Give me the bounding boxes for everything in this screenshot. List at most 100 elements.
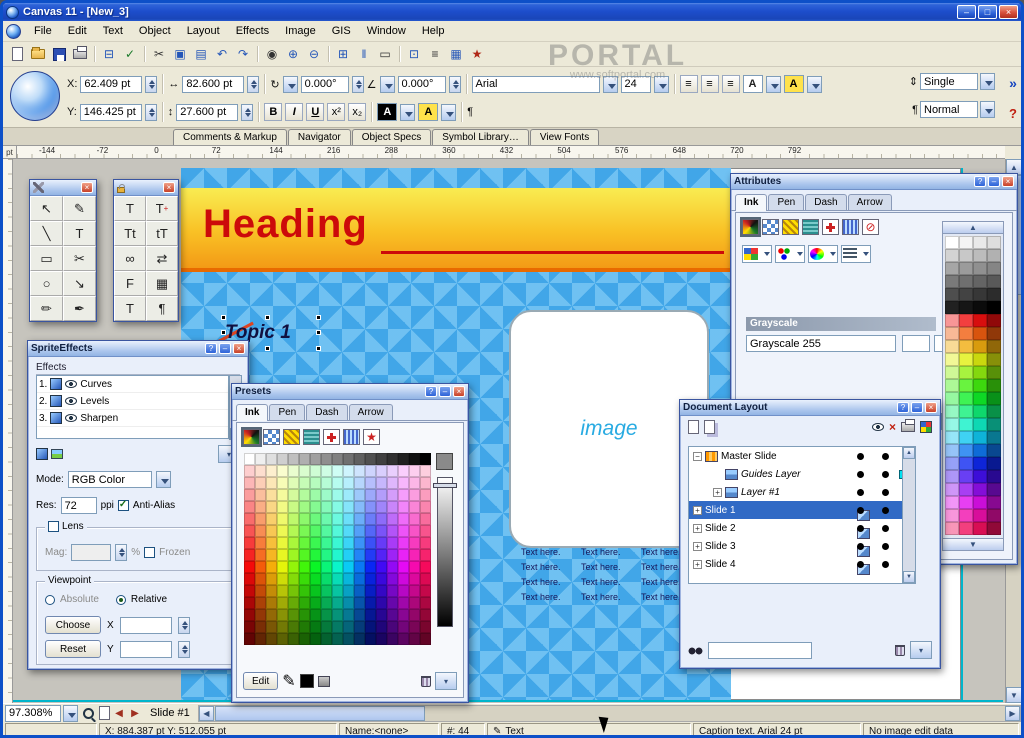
tree-row[interactable]: + Slide 3 [689, 537, 915, 557]
color-swatch[interactable] [365, 525, 376, 537]
color-swatch[interactable] [266, 513, 277, 525]
color-swatch[interactable] [321, 525, 332, 537]
color-swatch[interactable] [343, 477, 354, 489]
save-icon[interactable] [49, 44, 69, 64]
form-tool[interactable]: F [114, 271, 146, 296]
grid-icon[interactable]: ⊞ [333, 44, 353, 64]
color-swatch[interactable] [973, 314, 987, 327]
color-swatch[interactable] [987, 249, 1001, 262]
scroll-down-icon[interactable]: ▼ [943, 538, 1003, 550]
align-left-button[interactable]: ≡ [679, 75, 698, 93]
color-swatch[interactable] [365, 453, 376, 465]
color-swatch[interactable] [310, 453, 321, 465]
layout-options-dropdown[interactable]: ▾ [910, 641, 932, 659]
color-swatch[interactable] [321, 465, 332, 477]
none-ink-swatch[interactable]: ⊘ [862, 219, 879, 235]
color-swatch[interactable] [310, 561, 321, 573]
visible-dot[interactable] [857, 489, 864, 496]
menu-item[interactable]: Effects [228, 23, 277, 39]
close-button[interactable]: × [81, 182, 93, 193]
color-swatch[interactable] [945, 236, 959, 249]
color-swatch[interactable] [343, 525, 354, 537]
color-swatch[interactable] [244, 513, 255, 525]
height-input[interactable]: 27.600 pt [176, 103, 239, 121]
pen-tool[interactable]: ✎ [63, 196, 96, 221]
text-color-dropdown[interactable] [400, 103, 416, 121]
color-swatch[interactable] [310, 465, 321, 477]
frame-text-tool[interactable]: T [114, 196, 146, 221]
color-swatch[interactable] [321, 561, 332, 573]
color-swatch[interactable] [299, 561, 310, 573]
absolute-radio[interactable] [45, 594, 55, 605]
linked-text-tool[interactable]: Tt [114, 221, 146, 246]
pen-icon[interactable]: ✎ [282, 671, 295, 691]
color-swatch[interactable] [420, 585, 431, 597]
print-dot[interactable] [882, 453, 889, 460]
color-swatch[interactable] [255, 537, 266, 549]
font-family-dropdown[interactable] [602, 75, 618, 93]
color-swatch[interactable] [277, 561, 288, 573]
color-swatch[interactable] [945, 470, 959, 483]
color-swatch[interactable] [420, 549, 431, 561]
color-swatch[interactable] [959, 249, 973, 262]
color-swatch[interactable] [354, 525, 365, 537]
color-swatch[interactable] [376, 477, 387, 489]
color-swatch[interactable] [332, 549, 343, 561]
selection-handle[interactable] [316, 315, 321, 320]
color-swatch[interactable] [945, 275, 959, 288]
color-swatch[interactable] [266, 537, 277, 549]
color-swatch[interactable] [244, 549, 255, 561]
color-swatch[interactable] [365, 549, 376, 561]
color-swatch[interactable] [987, 418, 1001, 431]
color-swatch[interactable] [409, 573, 420, 585]
color-swatch[interactable] [973, 366, 987, 379]
color-swatch[interactable] [310, 549, 321, 561]
help-button[interactable]: ? [205, 343, 217, 354]
reset-button[interactable]: Reset [45, 640, 101, 658]
selection-handle[interactable] [316, 330, 321, 335]
color-swatch[interactable] [959, 509, 973, 522]
color-swatch[interactable] [321, 573, 332, 585]
color-swatch[interactable] [266, 489, 277, 501]
color-swatch[interactable] [387, 609, 398, 621]
restore-button[interactable]: □ [978, 5, 997, 19]
brush-tool[interactable]: ✒ [63, 296, 96, 321]
help-button[interactable]: ? [974, 176, 986, 187]
tab-pen[interactable]: Pen [269, 404, 306, 420]
apply-effect-icon[interactable] [51, 449, 63, 459]
color-swatch[interactable] [973, 509, 987, 522]
aux-field-1[interactable] [902, 335, 930, 352]
color-swatch[interactable] [354, 549, 365, 561]
color-swatch[interactable] [332, 561, 343, 573]
color-swatch[interactable] [244, 489, 255, 501]
new-document-icon[interactable] [7, 44, 27, 64]
color-swatch[interactable] [288, 609, 299, 621]
color-swatch[interactable] [310, 621, 321, 633]
color-swatch[interactable] [945, 301, 959, 314]
color-swatch[interactable] [365, 489, 376, 501]
color-swatch[interactable] [343, 453, 354, 465]
color-swatch[interactable] [987, 522, 1001, 535]
tab-ink[interactable]: Ink [236, 404, 269, 421]
knife-tool[interactable]: ✂ [63, 246, 96, 271]
color-swatch[interactable] [387, 537, 398, 549]
color-swatch[interactable] [987, 288, 1001, 301]
color-swatch[interactable] [354, 597, 365, 609]
color-swatch[interactable] [959, 236, 973, 249]
color-swatch[interactable] [288, 501, 299, 513]
color-swatch[interactable] [343, 537, 354, 549]
gradient-ink-swatch[interactable] [241, 427, 262, 447]
res-input[interactable]: 72 [60, 497, 97, 514]
color-swatch[interactable] [354, 501, 365, 513]
print-dot[interactable] [882, 561, 889, 568]
color-swatch[interactable] [409, 477, 420, 489]
text-style-dropdown[interactable] [980, 101, 995, 118]
antialias-checkbox[interactable] [117, 499, 129, 511]
horizontal-ruler[interactable]: -144 -72 0 72 144 216 288 360 432 504 576 648 720 792 [17, 146, 1005, 159]
tree-row[interactable]: + Slide 1 [689, 501, 915, 521]
color-swatch[interactable] [255, 501, 266, 513]
color-swatch[interactable] [321, 477, 332, 489]
color-swatch[interactable] [365, 477, 376, 489]
color-swatch[interactable] [945, 379, 959, 392]
current-slide-label[interactable]: Slide #1 [144, 707, 196, 719]
